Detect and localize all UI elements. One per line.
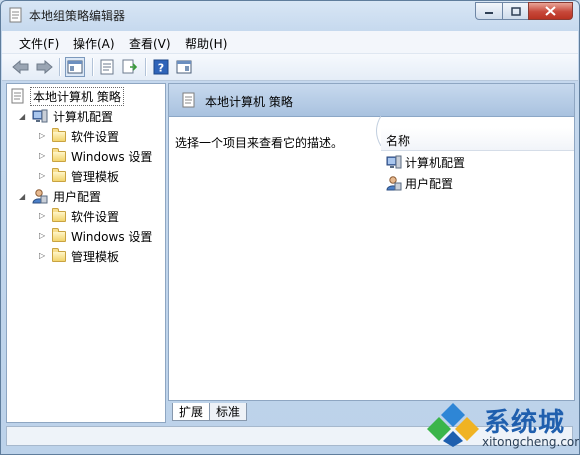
main-window: 本地组策略编辑器 文件(F) 操作(A) 查看(V) 帮助(H) ? 本地计算机… [0,0,580,455]
tree-pane: 本地计算机 策略 ◢ 计算机配置 ▷ 软件设置 ▷ Windows 设置 ▷ 管… [6,83,166,423]
details-title: 本地计算机 策略 [205,95,293,109]
maximize-button[interactable] [502,2,529,20]
tree-node-label: 计算机配置 [53,109,114,124]
policy-document-icon [182,92,195,108]
menu-file[interactable]: 文件(F) [19,35,59,52]
tab-extended[interactable]: 扩展 [172,403,210,421]
title-bar[interactable]: 本地组策略编辑器 [1,1,579,29]
tree-node-windows-settings[interactable]: Windows 设置 [52,227,152,245]
tree-node-label: 管理模板 [71,249,120,264]
expand-arrow-icon[interactable]: ▷ [39,151,45,160]
forward-icon [36,60,53,74]
computer-icon [32,109,48,122]
tree-node-label: Windows 设置 [71,149,153,164]
watermark-logo-icon [427,403,479,447]
list-item-user-config[interactable]: 用户配置 [386,174,453,192]
back-icon [12,60,29,74]
export-list-button[interactable] [120,57,140,77]
help-button[interactable]: ? [151,57,171,77]
expand-arrow-icon[interactable]: ▷ [39,171,45,180]
tree-node-local-policy[interactable]: 本地计算机 策略 [11,86,124,106]
forward-button[interactable] [34,57,54,77]
column-divider [376,116,381,146]
description-text: 选择一个项目来查看它的描述。 [175,136,344,150]
tree-node-label: 软件设置 [71,209,120,224]
tree-node-label: 本地计算机 策略 [30,86,124,106]
export-list-icon [122,59,138,74]
user-icon [386,176,402,191]
show-hide-action-pane-button[interactable] [174,57,194,77]
tree-node-software-settings[interactable]: 软件设置 [52,127,119,145]
tree-node-label: 用户配置 [53,189,102,204]
help-icon: ? [153,59,169,75]
menu-view[interactable]: 查看(V) [129,35,171,52]
folder-icon [52,207,66,222]
back-button[interactable] [11,57,31,77]
list-item-computer-config[interactable]: 计算机配置 [386,153,465,171]
watermark: 系统城 xitongcheng.com [426,399,579,451]
tree-node-label: 软件设置 [71,129,120,144]
close-icon [545,6,556,16]
folder-icon [52,247,66,262]
toolbar-separator [92,58,94,76]
properties-button[interactable] [97,57,117,77]
tree-node-computer-config[interactable]: 计算机配置 [32,107,113,125]
window-title: 本地组策略编辑器 [29,9,126,23]
maximize-icon [510,6,521,16]
column-header-name[interactable]: 名称 [381,128,574,151]
details-header: 本地计算机 策略 [169,84,574,117]
folder-icon [52,167,66,182]
menu-help[interactable]: 帮助(H) [185,35,227,52]
computer-icon [386,155,402,168]
show-hide-action-pane-icon [176,60,192,74]
expand-arrow-icon[interactable]: ▷ [39,211,45,220]
folder-icon [52,147,66,162]
tree-node-label: Windows 设置 [71,229,153,244]
list-item-label: 用户配置 [405,176,454,191]
minimize-icon [485,12,493,14]
menu-bar: 文件(F) 操作(A) 查看(V) 帮助(H) [2,31,578,54]
toolbar-separator [59,58,61,76]
toolbar: ? [2,54,578,81]
expand-arrow-icon[interactable]: ▷ [39,251,45,260]
expand-arrow-icon[interactable]: ▷ [39,231,45,240]
details-pane: 本地计算机 策略 选择一个项目来查看它的描述。 名称 计算机配置 用户配置 [168,83,575,401]
expand-arrow-icon[interactable]: ▷ [39,131,45,140]
folder-icon [52,227,66,242]
watermark-brand: 系统城 [484,408,566,438]
tree-node-admin-templates[interactable]: 管理模板 [52,247,119,265]
toolbar-separator [145,58,147,76]
policy-editor-icon [9,7,22,23]
close-button[interactable] [528,2,573,20]
show-hide-tree-button[interactable] [65,57,85,77]
collapse-arrow-icon[interactable]: ◢ [19,192,25,201]
watermark-url: xitongcheng.com [482,435,580,449]
tree-node-software-settings[interactable]: 软件设置 [52,207,119,225]
properties-icon [100,59,114,75]
minimize-button[interactable] [475,2,503,20]
tree-node-windows-settings[interactable]: Windows 设置 [52,147,152,165]
user-icon [32,189,48,204]
tree-node-user-config[interactable]: 用户配置 [32,187,101,205]
show-hide-tree-icon [67,60,83,74]
policy-document-icon [11,88,24,104]
menu-action[interactable]: 操作(A) [73,35,115,52]
tree-node-label: 管理模板 [71,169,120,184]
list-item-label: 计算机配置 [405,155,466,170]
folder-icon [52,127,66,142]
collapse-arrow-icon[interactable]: ◢ [19,112,25,121]
tree-node-admin-templates[interactable]: 管理模板 [52,167,119,185]
svg-text:?: ? [158,62,164,75]
tab-standard[interactable]: 标准 [209,403,247,421]
column-header-label: 名称 [386,134,411,148]
